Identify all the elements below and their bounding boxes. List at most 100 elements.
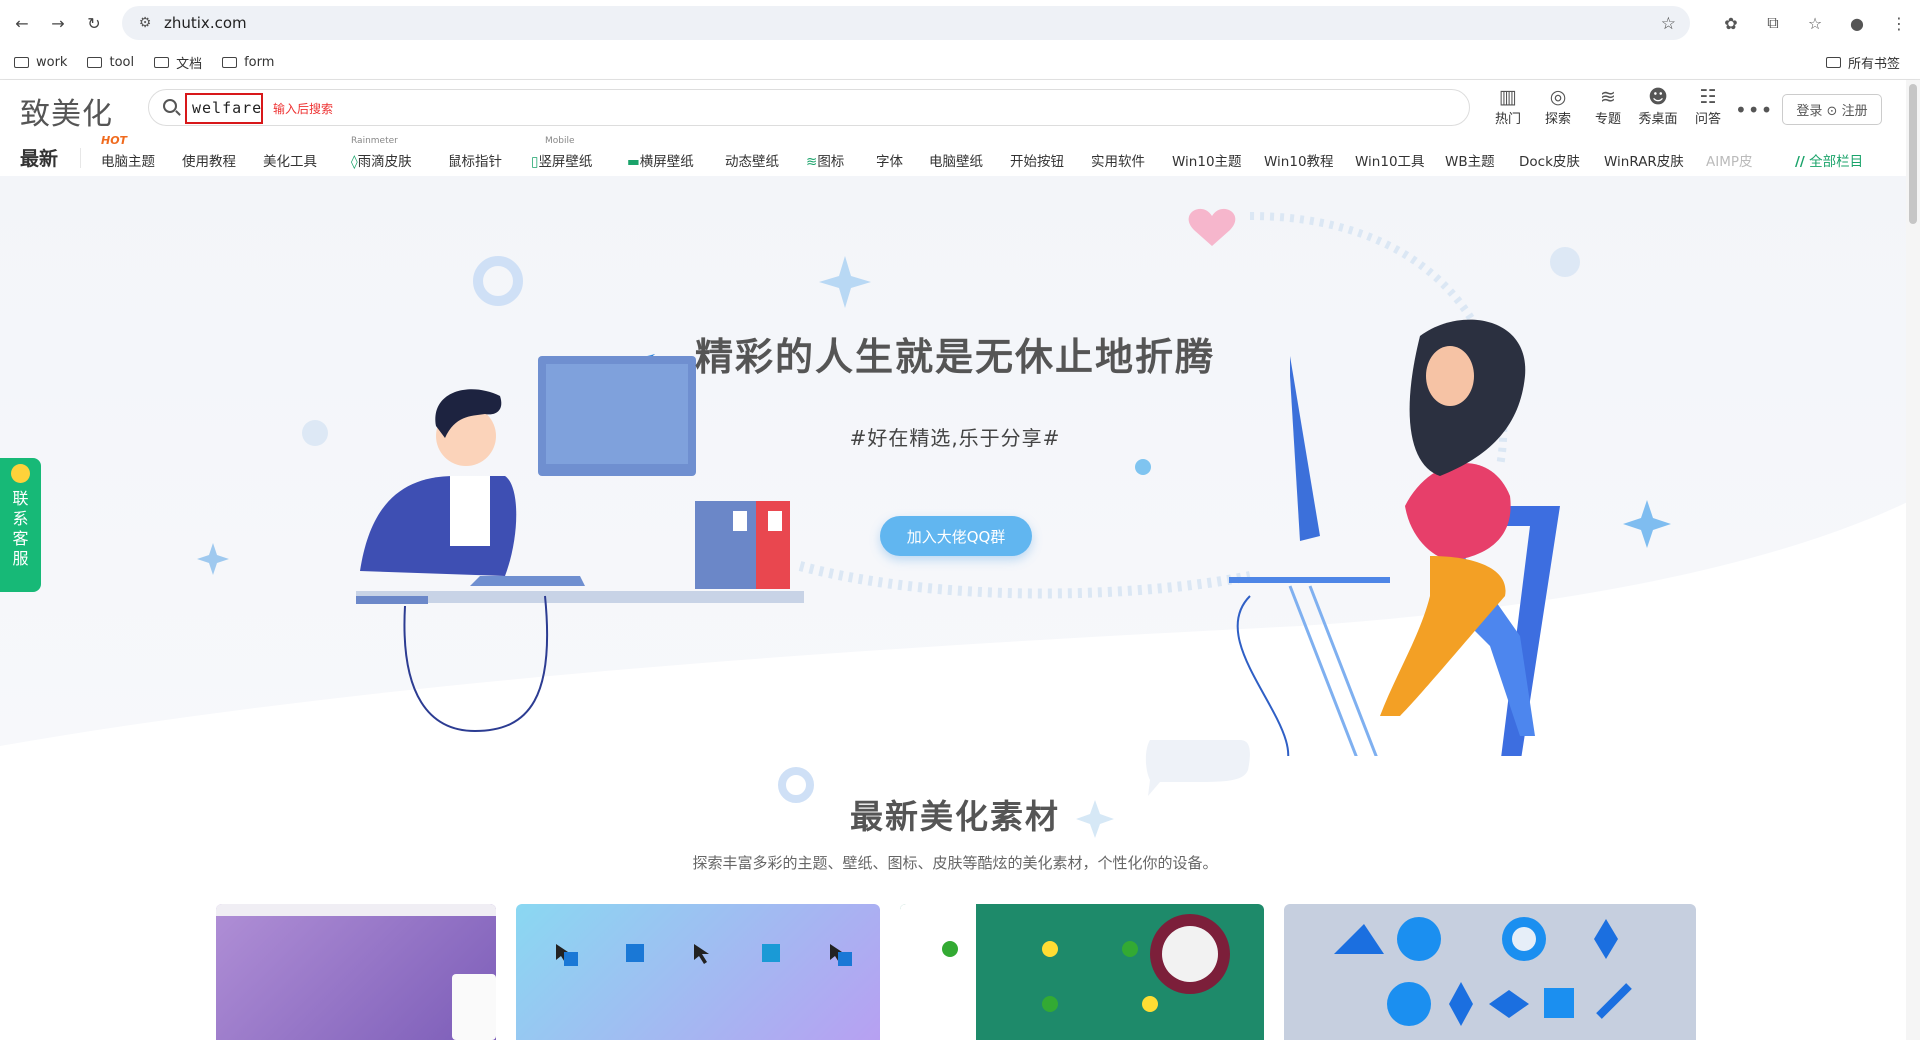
sparkle-right	[1623, 500, 1671, 548]
category-item[interactable]: HOT 电脑主题	[101, 134, 155, 170]
scrollbar-thumb[interactable]	[1909, 84, 1917, 224]
category-label: WinRAR皮肤	[1604, 154, 1684, 170]
category-item[interactable]: 实用软件	[1091, 150, 1145, 170]
category-item[interactable]: Rainmeter ◊雨滴皮肤	[351, 136, 412, 170]
reload-icon[interactable]: ↻	[80, 9, 108, 37]
category-item[interactable]: ▬横屏壁纸	[627, 150, 694, 170]
logo-text: 致美化	[20, 97, 113, 132]
url-text[interactable]: zhutix.com	[164, 14, 247, 32]
decor-ring-left	[473, 256, 523, 306]
category-item[interactable]: Mobile ▯竖屏壁纸	[531, 136, 593, 170]
category-item[interactable]: Dock皮肤	[1519, 150, 1580, 170]
extension-icon[interactable]: ✿	[1710, 14, 1752, 33]
nav-topics[interactable]: ≋ 专题	[1583, 86, 1633, 127]
category-latest[interactable]: 最新	[20, 144, 58, 171]
menu-icon[interactable]: ⋮	[1878, 14, 1920, 33]
nav-explore[interactable]: ◎ 探索	[1533, 86, 1583, 127]
all-bookmarks[interactable]: 所有书签	[1825, 53, 1900, 72]
heart-decor	[1188, 208, 1236, 246]
category-bar: 最新 HOT 电脑主题 使用教程 美化工具 Rainmeter ◊雨滴皮肤 鼠标指针…	[0, 134, 1920, 174]
support-char: 服	[12, 549, 29, 568]
category-label: 字体	[876, 154, 903, 170]
user-showcase-icon: ☻	[1648, 86, 1668, 108]
category-label: 横屏壁纸	[639, 154, 694, 170]
page-scrollbar[interactable]	[1906, 80, 1920, 1040]
all-categories-link[interactable]: // 全部栏目	[1795, 150, 1863, 170]
join-qq-group-button[interactable]: 加入大佬QQ群	[880, 516, 1032, 556]
address-bar[interactable]: ⚙ zhutix.com ☆	[122, 6, 1690, 40]
puzzle-icon[interactable]: ⧉	[1752, 13, 1794, 33]
more-icon[interactable]: •••	[1735, 98, 1773, 122]
category-item[interactable]: AIMP皮	[1706, 150, 1753, 170]
bookmark-label: work	[36, 55, 68, 70]
site-logo[interactable]: 致美化	[20, 89, 113, 133]
back-icon[interactable]: ←	[8, 9, 36, 37]
folder-icon	[1825, 57, 1841, 68]
nav-label: 问答	[1694, 112, 1721, 127]
category-item[interactable]: 电脑壁纸	[929, 150, 983, 170]
all-categories-label: 全部栏目	[1809, 154, 1864, 170]
wallpaper-icon: ▬	[627, 154, 640, 170]
material-card[interactable]	[516, 904, 880, 1040]
dotted-arc-low	[798, 561, 1251, 599]
hero-banner: 精彩的人生就是无休止地折腾 #好在精选,乐于分享# 加入大佬QQ群	[0, 176, 1920, 756]
category-item[interactable]: 使用教程	[182, 150, 236, 170]
search-icon[interactable]	[163, 99, 177, 113]
category-item[interactable]: Win10教程	[1264, 150, 1334, 170]
folder-icon	[222, 57, 238, 68]
category-label: 实用软件	[1091, 154, 1145, 170]
category-item[interactable]: 鼠标指针	[448, 150, 502, 170]
contact-support-tab[interactable]: 联 系 客 服	[0, 458, 41, 592]
bookmark-docs[interactable]: 文档	[154, 53, 202, 72]
search-input[interactable]: welfare	[185, 93, 263, 124]
plant-cursor-preview	[942, 914, 1230, 1012]
category-item[interactable]: 美化工具	[263, 150, 317, 170]
decor-dot-mid	[1135, 459, 1151, 475]
bookmark-star-icon[interactable]: ☆	[1661, 14, 1676, 34]
category-label: Win10工具	[1355, 154, 1425, 170]
binders	[695, 501, 757, 589]
login-register-button[interactable]: 登录 ⊙ 注册	[1782, 94, 1882, 125]
site-info-icon[interactable]: ⚙	[130, 15, 160, 31]
sparkle-left	[197, 543, 229, 575]
favorites-icon[interactable]: ☆	[1794, 14, 1836, 33]
browser-actions: ✿ ⧉ ☆ ● ⋮	[1710, 6, 1920, 40]
profile-avatar-icon[interactable]: ●	[1836, 14, 1878, 33]
category-item[interactable]: ≋图标	[806, 150, 844, 170]
material-card[interactable]	[1284, 904, 1696, 1040]
category-item[interactable]: WinRAR皮肤	[1604, 150, 1684, 170]
bookmark-label: form	[244, 55, 275, 70]
material-card[interactable]	[900, 904, 1264, 1040]
nav-label: 秀桌面	[1638, 112, 1678, 127]
category-item[interactable]: 动态壁纸	[725, 150, 779, 170]
bookmark-label: 文档	[176, 57, 203, 72]
man-body	[360, 476, 517, 576]
folder-icon	[87, 57, 103, 68]
category-label: 鼠标指针	[448, 154, 502, 170]
qa-icon: ☷	[1699, 86, 1717, 108]
category-label: 竖屏壁纸	[538, 154, 593, 170]
nav-hot[interactable]: ▥ 热门	[1483, 86, 1533, 127]
search-box[interactable]: welfare 输入后搜索	[148, 89, 1470, 126]
bookmark-work[interactable]: work	[14, 55, 67, 70]
category-label: 电脑壁纸	[929, 154, 983, 170]
nav-showcase[interactable]: ☻ 秀桌面	[1633, 86, 1683, 127]
section-subtitle: 探索丰富多彩的主题、壁纸、图标、皮肤等酷炫的美化素材，个性化你的设备。	[692, 854, 1218, 872]
category-item[interactable]: WB主题	[1445, 150, 1495, 170]
bookmark-tool[interactable]: tool	[87, 55, 134, 70]
material-card[interactable]	[216, 904, 496, 1040]
nav-qa[interactable]: ☷ 问答	[1683, 86, 1733, 127]
category-super: Rainmeter	[351, 136, 398, 146]
woman-top	[1405, 463, 1511, 561]
category-item[interactable]: 字体	[876, 150, 903, 170]
divider	[80, 148, 81, 168]
forward-icon[interactable]: →	[44, 9, 72, 37]
category-item[interactable]: Win10主题	[1172, 150, 1242, 170]
category-label: 雨滴皮肤	[357, 154, 412, 170]
bookmark-form[interactable]: form	[222, 55, 274, 70]
category-item[interactable]: Win10工具	[1355, 150, 1425, 170]
card-window-thumb	[452, 974, 496, 1040]
header-quick-links: ▥ 热门 ◎ 探索 ≋ 专题 ☻ 秀桌面 ☷ 问答	[1483, 86, 1733, 127]
nav-label: 热门	[1494, 112, 1521, 127]
category-item[interactable]: 开始按钮	[1010, 150, 1064, 170]
